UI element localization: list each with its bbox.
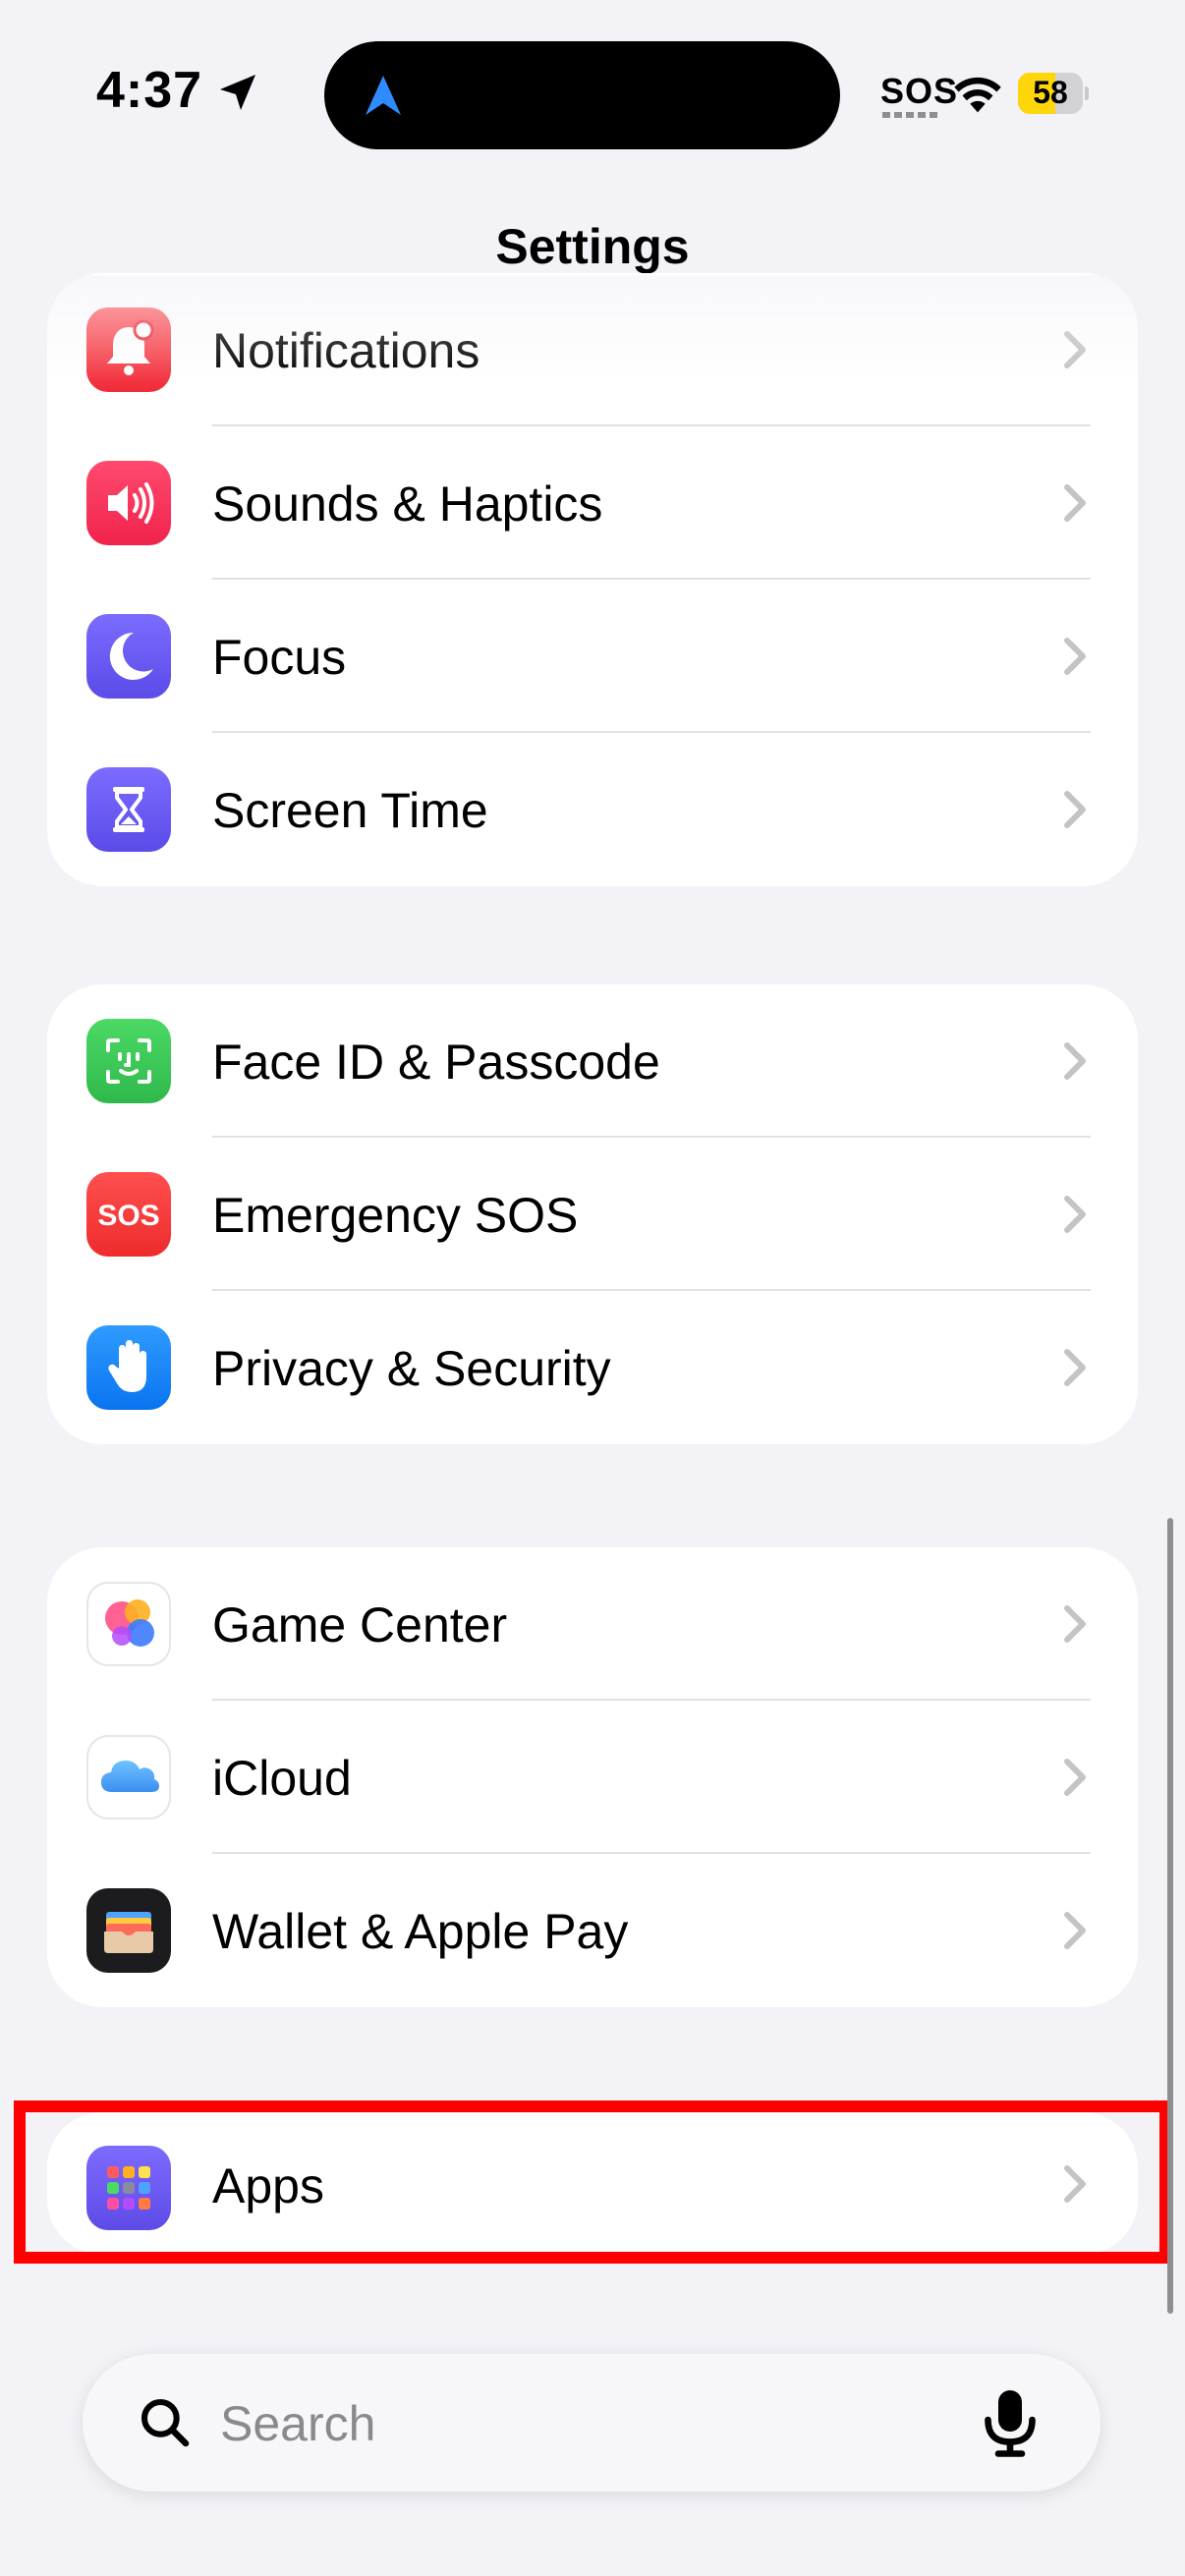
cloud-icon — [86, 1735, 171, 1820]
settings-group-2: Face ID & Passcode SOS Emergency SOS Pri… — [47, 984, 1138, 1444]
settings-row-sounds-haptics[interactable]: Sounds & Haptics — [47, 426, 1138, 580]
settings-row-icloud[interactable]: iCloud — [47, 1701, 1138, 1854]
chevron-right-icon — [1064, 1042, 1086, 1080]
wallet-icon — [86, 1888, 171, 1973]
scroll-indicator[interactable] — [1167, 1518, 1173, 2314]
sos-icon: SOS — [86, 1172, 171, 1257]
location-arrow-icon — [220, 75, 255, 110]
status-bar: 4:37 SOS 58 — [0, 0, 1185, 187]
settings-row-face-id[interactable]: Face ID & Passcode — [47, 984, 1138, 1138]
settings-row-wallet[interactable]: Wallet & Apple Pay — [47, 1854, 1138, 2007]
settings-row-label: Game Center — [212, 1597, 508, 1652]
settings-row-label: iCloud — [212, 1751, 352, 1806]
chevron-right-icon — [1064, 791, 1086, 828]
settings-group-1: Notifications Sounds & Haptics Focus Scr… — [47, 273, 1138, 886]
microphone-icon[interactable] — [981, 2387, 1040, 2458]
settings-row-emergency-sos[interactable]: SOS Emergency SOS — [47, 1138, 1138, 1291]
settings-row-label: Wallet & Apple Pay — [212, 1904, 629, 1959]
chevron-right-icon — [1064, 1759, 1086, 1796]
sos-status: SOS — [880, 71, 959, 111]
hourglass-icon — [86, 767, 171, 852]
face-id-icon — [86, 1019, 171, 1103]
settings-row-privacy-security[interactable]: Privacy & Security — [47, 1291, 1138, 1444]
page-title: Settings — [495, 219, 690, 274]
battery-indicator: 58 — [1018, 73, 1089, 114]
search-icon — [141, 2398, 190, 2447]
search-input[interactable]: Search — [220, 2395, 375, 2452]
settings-row-label: Face ID & Passcode — [212, 1035, 660, 1090]
settings-row-label: Emergency SOS — [212, 1188, 579, 1243]
chevron-right-icon — [1064, 1349, 1086, 1386]
settings-row-label: Focus — [212, 630, 347, 685]
chevron-right-icon — [1064, 484, 1086, 522]
chevron-right-icon — [1064, 1605, 1086, 1643]
search-bar[interactable]: Search — [83, 2354, 1100, 2492]
moon-icon — [86, 614, 171, 699]
speaker-icon — [86, 461, 171, 545]
chevron-right-icon — [1064, 1196, 1086, 1233]
game-center-icon — [86, 1582, 171, 1666]
settings-row-label: Privacy & Security — [212, 1341, 611, 1396]
chevron-right-icon — [1064, 1912, 1086, 1949]
settings-row-label: Sounds & Haptics — [212, 476, 603, 532]
chevron-right-icon — [1064, 638, 1086, 675]
sos-icon-text: SOS — [97, 1200, 159, 1232]
settings-row-focus[interactable]: Focus — [47, 580, 1138, 733]
settings-row-notifications[interactable]: Notifications — [47, 273, 1138, 426]
status-time: 4:37 — [96, 62, 203, 119]
hand-icon — [86, 1325, 171, 1410]
wifi-icon — [954, 77, 1001, 113]
battery-percent: 58 — [1033, 75, 1068, 110]
navigation-arrow-icon — [366, 76, 401, 115]
signal-dots — [882, 112, 939, 118]
highlight-box — [14, 2100, 1171, 2264]
bell-icon — [86, 308, 171, 392]
settings-row-screen-time[interactable]: Screen Time — [47, 733, 1138, 886]
settings-row-game-center[interactable]: Game Center — [47, 1547, 1138, 1701]
chevron-right-icon — [1064, 331, 1086, 368]
dynamic-island — [324, 41, 840, 149]
settings-row-label: Notifications — [212, 323, 480, 378]
settings-group-3: Game Center iCloud Wallet & Apple Pay — [47, 1547, 1138, 2007]
settings-row-label: Screen Time — [212, 783, 488, 838]
